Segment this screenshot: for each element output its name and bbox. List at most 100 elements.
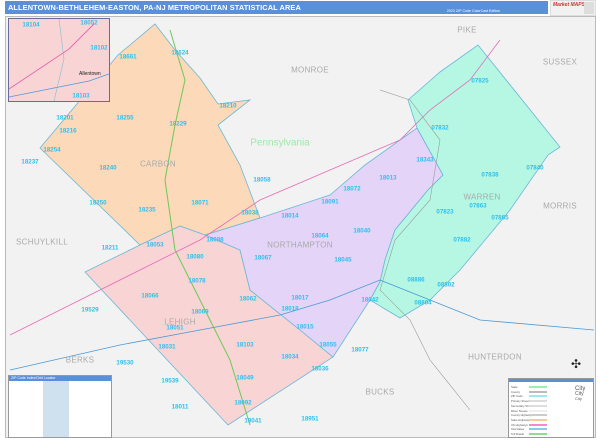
zip-label: 18014	[281, 212, 299, 220]
legend-item-label: Interstates	[511, 427, 525, 432]
zip-label: 08802	[437, 281, 455, 289]
zip-label: 18201	[56, 114, 74, 122]
zip-label: 18240	[99, 164, 117, 172]
zip-label: 18072	[343, 185, 361, 193]
county-label: BERKS	[65, 355, 95, 365]
inset-city-label: Allentown	[79, 71, 101, 77]
zip-label: 18103	[236, 341, 254, 349]
zip-label: 18013	[379, 174, 397, 182]
zip-label: 18254	[43, 146, 61, 154]
legend-item-label: Toll Roads	[511, 432, 525, 436]
zip-label: 08886	[407, 276, 425, 284]
zip-label: 18058	[253, 176, 271, 184]
county-label: WARREN	[463, 192, 501, 202]
zip-label: 07823	[436, 208, 454, 216]
legend-item-label: US Highways	[511, 422, 528, 427]
zip-label: 18038	[241, 209, 259, 217]
county-label: HUNTERDON	[468, 352, 522, 362]
zip-label: 18053	[146, 241, 164, 249]
zip-index-table[interactable]: ZIP Code Index/Grid Locator	[8, 375, 112, 438]
zip-label: 18210	[219, 102, 237, 110]
zip-label: 18237	[21, 158, 39, 166]
zip-label: 19539	[161, 377, 179, 385]
compass-rose-icon: ✣	[571, 357, 582, 371]
county-label: MONROE	[291, 65, 329, 75]
zip-label: 18661	[119, 53, 137, 61]
zip-label: 18036	[311, 365, 329, 373]
zip-label: 18015	[296, 323, 314, 331]
zip-label: 18066	[141, 292, 159, 300]
zip-label: 07832	[431, 124, 449, 132]
legend-item-label: Primary Streets	[511, 399, 531, 404]
inset-zip-label: 18102	[90, 44, 108, 52]
zip-label: 18017	[291, 294, 309, 302]
zip-label: 07825	[471, 77, 489, 85]
county-label: LEHIGH	[164, 317, 196, 327]
inset-roads	[9, 19, 109, 101]
county-label: NORTHAMPTON	[267, 240, 333, 250]
zip-label: 18080	[186, 253, 204, 261]
zip-label: 18077	[351, 346, 369, 354]
county-label: MORRIS	[543, 201, 577, 211]
zip-label: 18040	[353, 227, 371, 235]
zip-label: 07865	[491, 214, 509, 222]
legend-title-bar	[509, 379, 593, 382]
zip-label: 18041	[244, 417, 262, 425]
zip-label: 18011	[171, 403, 189, 411]
legend-city-label: City	[575, 396, 582, 401]
legend-swatch	[529, 414, 547, 417]
state-label: Pennsylvania	[250, 137, 310, 149]
zip-label: 18091	[321, 198, 339, 206]
zip-label: 18078	[188, 277, 206, 285]
zip-label: 19530	[116, 359, 134, 367]
legend-item-label: Minor Streets	[511, 408, 528, 413]
inset-zip-label: 18104	[22, 21, 40, 29]
county-label: SCHUYLKILL	[16, 237, 68, 247]
legend-swatch	[529, 395, 547, 398]
zip-label: 07863	[469, 202, 487, 210]
zip-label: 18018	[281, 305, 299, 313]
index-rows	[43, 381, 69, 437]
legend-swatch	[529, 386, 547, 388]
zip-label: 18343	[416, 156, 434, 164]
zip-label: 18034	[281, 353, 299, 361]
inset-zip-label: 18052	[80, 19, 98, 27]
legend-swatch	[529, 404, 547, 407]
zip-label: 18069	[191, 308, 209, 316]
zip-label: 18211	[101, 244, 119, 252]
legend-swatch	[529, 433, 547, 435]
legend-item-label: County	[511, 389, 520, 394]
zip-label: 18045	[334, 256, 352, 264]
legend-swatch	[529, 428, 547, 431]
legend-item-label: State Highways	[511, 417, 531, 422]
zip-label: 18064	[311, 232, 329, 240]
zip-label: 18951	[301, 415, 319, 423]
legend-swatch	[529, 418, 547, 421]
legend-item-label: ZIP Code	[511, 394, 523, 399]
legend-swatch	[529, 400, 547, 403]
zip-label: 07840	[526, 164, 544, 172]
zip-label: 08804	[414, 299, 432, 307]
allentown-inset-map[interactable]: 18104 18052 18102 18103 Allentown	[8, 18, 110, 102]
zip-label: 18088	[206, 236, 224, 244]
zip-label: 07882	[453, 236, 471, 244]
county-label: PIKE	[457, 25, 477, 35]
map-legend: State County ZIP Code Primary Streets Second…	[508, 378, 594, 438]
zip-label: 18235	[138, 206, 156, 214]
legend-swatch	[529, 409, 547, 412]
inset-zip-label: 18103	[72, 92, 90, 100]
zip-label: 18062	[239, 295, 257, 303]
zip-label: 18049	[236, 374, 254, 382]
county-label: CARBON	[139, 159, 177, 169]
zip-label: 18055	[319, 341, 337, 349]
zip-label: 18067	[254, 254, 272, 262]
legend-swatch	[529, 423, 547, 426]
zip-label: 18042	[361, 296, 379, 304]
zip-label: 18229	[169, 120, 187, 128]
legend-item-label: State	[511, 385, 518, 389]
county-label: SUSSEX	[542, 57, 578, 67]
zip-label: 18255	[116, 114, 134, 122]
zip-label: 07838	[481, 171, 499, 179]
county-label: BUCKS	[365, 387, 395, 397]
zip-label: 18071	[191, 199, 209, 207]
